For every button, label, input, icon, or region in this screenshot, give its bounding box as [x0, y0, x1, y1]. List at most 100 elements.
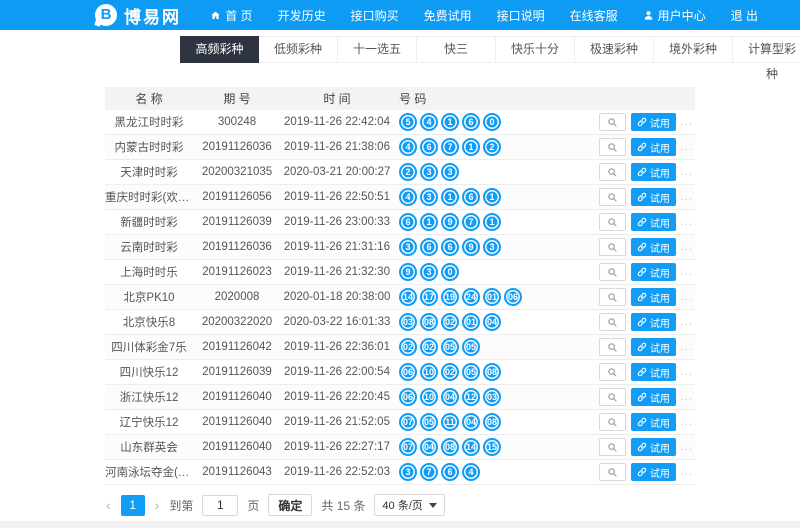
- number-ball: 6: [441, 463, 459, 481]
- more-button[interactable]: ...: [681, 391, 693, 403]
- search-button[interactable]: [599, 413, 626, 431]
- trial-button[interactable]: 试用: [631, 288, 676, 306]
- search-button[interactable]: [599, 288, 626, 306]
- nav-item-5[interactable]: 在线客服: [570, 7, 618, 24]
- number-ball: 17: [420, 288, 438, 306]
- trial-button[interactable]: 试用: [631, 138, 676, 156]
- search-button[interactable]: [599, 113, 626, 131]
- tab-5[interactable]: 极速彩种: [575, 36, 654, 63]
- nav-item-1[interactable]: 开发历史: [278, 7, 326, 24]
- page-size-value: 40 条/页: [382, 497, 422, 513]
- search-button[interactable]: [599, 463, 626, 481]
- tab-7[interactable]: 计算型彩种: [733, 36, 800, 63]
- more-button[interactable]: ...: [681, 466, 693, 478]
- row-time: 2019-11-26 21:38:06: [281, 141, 393, 153]
- row-numbers: 930: [393, 263, 595, 281]
- number-ball: 01: [483, 288, 501, 306]
- more-button[interactable]: ...: [681, 241, 693, 253]
- row-numbers: 46712: [393, 138, 595, 156]
- search-button[interactable]: [599, 313, 626, 331]
- trial-button[interactable]: 试用: [631, 188, 676, 206]
- more-button[interactable]: ...: [681, 191, 693, 203]
- brand[interactable]: B 博易网: [95, 3, 181, 28]
- nav-item-4[interactable]: 接口说明: [497, 7, 545, 24]
- number-ball: 1: [420, 213, 438, 231]
- more-button[interactable]: ...: [681, 316, 693, 328]
- more-button[interactable]: ...: [681, 366, 693, 378]
- number-ball: 04: [420, 438, 438, 456]
- number-ball: 15: [483, 438, 501, 456]
- number-ball: 07: [399, 438, 417, 456]
- trial-button[interactable]: 试用: [631, 313, 676, 331]
- goto-page-input[interactable]: [202, 495, 238, 516]
- nav-item-2[interactable]: 接口购买: [351, 7, 399, 24]
- more-button[interactable]: ...: [681, 116, 693, 128]
- search-button[interactable]: [599, 438, 626, 456]
- search-button[interactable]: [599, 263, 626, 281]
- page-size-select[interactable]: 40 条/页: [374, 494, 444, 516]
- number-ball: 6: [399, 213, 417, 231]
- search-button[interactable]: [599, 363, 626, 381]
- trial-button[interactable]: 试用: [631, 338, 676, 356]
- trial-button-label: 试用: [650, 240, 670, 255]
- number-ball: 5: [399, 113, 417, 131]
- trial-button[interactable]: 试用: [631, 213, 676, 231]
- search-button[interactable]: [599, 163, 626, 181]
- number-ball: 7: [420, 463, 438, 481]
- more-button[interactable]: ...: [681, 341, 693, 353]
- nav-item-0[interactable]: 首 页: [210, 7, 252, 24]
- more-button[interactable]: ...: [681, 216, 693, 228]
- table-row: 四川体彩金7乐201911260422019-11-26 22:36:01020…: [105, 335, 695, 360]
- more-button[interactable]: ...: [681, 266, 693, 278]
- trial-button[interactable]: 试用: [631, 163, 676, 181]
- tab-1[interactable]: 低频彩种: [259, 36, 338, 63]
- tab-4[interactable]: 快乐十分: [496, 36, 575, 63]
- trial-button[interactable]: 试用: [631, 388, 676, 406]
- more-button[interactable]: ...: [681, 291, 693, 303]
- search-button[interactable]: [599, 238, 626, 256]
- tab-2[interactable]: 十一选五: [338, 36, 417, 63]
- number-ball: 4: [399, 138, 417, 156]
- number-ball: 6: [462, 188, 480, 206]
- row-actions: 试用...: [595, 363, 695, 381]
- confirm-page-button[interactable]: 确定: [268, 494, 312, 516]
- row-actions: 试用...: [595, 338, 695, 356]
- column-header-name: 名 称: [105, 90, 193, 107]
- trial-button[interactable]: 试用: [631, 438, 676, 456]
- search-button[interactable]: [599, 213, 626, 231]
- trial-button[interactable]: 试用: [631, 413, 676, 431]
- trial-button[interactable]: 试用: [631, 363, 676, 381]
- page-1-button[interactable]: 1: [121, 495, 145, 516]
- search-icon: [607, 117, 618, 128]
- next-page-button[interactable]: ›: [154, 497, 161, 513]
- trial-button[interactable]: 试用: [631, 463, 676, 481]
- trial-button[interactable]: 试用: [631, 113, 676, 131]
- number-ball: 08: [483, 363, 501, 381]
- trial-button[interactable]: 试用: [631, 263, 676, 281]
- tab-3[interactable]: 快三: [417, 36, 496, 63]
- search-button[interactable]: [599, 338, 626, 356]
- number-ball: 0: [483, 113, 501, 131]
- nav-item-6[interactable]: 用户中心: [643, 7, 706, 24]
- nav-item-7[interactable]: 退 出: [731, 7, 758, 24]
- tab-6[interactable]: 境外彩种: [654, 36, 733, 63]
- table-row: 天津时时彩202003210352020-03-21 20:00:27233试用…: [105, 160, 695, 185]
- link-icon: [637, 417, 647, 427]
- search-button[interactable]: [599, 388, 626, 406]
- number-ball: 07: [399, 413, 417, 431]
- tab-0[interactable]: 高频彩种: [180, 36, 259, 63]
- more-button[interactable]: ...: [681, 441, 693, 453]
- more-button[interactable]: ...: [681, 416, 693, 428]
- nav-item-3[interactable]: 免费试用: [424, 7, 472, 24]
- number-ball: 06: [399, 363, 417, 381]
- prev-page-button[interactable]: ‹: [105, 497, 112, 513]
- trial-button[interactable]: 试用: [631, 238, 676, 256]
- more-button[interactable]: ...: [681, 166, 693, 178]
- row-name: 黑龙江时时彩: [105, 114, 193, 130]
- link-icon: [637, 467, 647, 477]
- search-button[interactable]: [599, 138, 626, 156]
- table-header: 名 称 期 号 时 间 号 码: [105, 87, 695, 110]
- search-button[interactable]: [599, 188, 626, 206]
- number-ball: 2: [483, 138, 501, 156]
- more-button[interactable]: ...: [681, 141, 693, 153]
